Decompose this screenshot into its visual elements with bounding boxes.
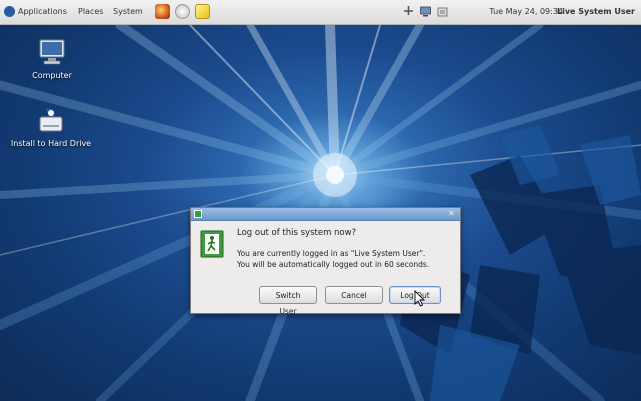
dialog-message-line1: You are currently logged in as "Live Sys… [237,249,426,258]
computer-desktop-icon[interactable]: Computer [27,37,77,80]
notes-launcher-icon[interactable] [195,4,210,19]
dialog-message: You are currently logged in as "Live Sys… [237,248,429,270]
dialog-titlebar[interactable]: ✕ [191,208,460,221]
top-panel: Applications Places System Tue May 24, 0… [0,0,641,25]
firefox-launcher-icon[interactable] [155,4,170,19]
cancel-button[interactable]: Cancel [325,286,383,304]
user-switcher[interactable]: Live System User [557,7,635,16]
computer-icon-label: Computer [32,71,72,80]
install-desktop-icon[interactable]: Install to Hard Drive [6,105,96,148]
install-icon-label: Install to Hard Drive [10,139,92,148]
dialog-message-line2: You will be automatically logged out in … [237,260,430,269]
dialog-heading: Log out of this system now? [237,228,357,238]
computer-icon [39,39,65,65]
desktop: Computer Install to Hard Drive ✕ Log out… [0,25,641,401]
network-icon[interactable] [402,5,415,18]
system-menu[interactable]: System [113,7,143,16]
update-icon[interactable] [436,5,449,18]
install-drive-icon [39,108,63,132]
applications-menu[interactable]: Applications [18,7,67,16]
display-icon[interactable] [419,5,432,18]
fedora-logo-icon[interactable] [4,6,15,17]
evolution-launcher-icon[interactable] [175,4,190,19]
mouse-cursor-icon [414,290,426,307]
dialog-app-icon [194,210,202,218]
clock[interactable]: Tue May 24, 09:34 [489,7,563,16]
switch-user-button[interactable]: Switch User [259,286,317,316]
places-menu[interactable]: Places [78,7,103,16]
exit-icon [200,230,224,258]
close-icon[interactable]: ✕ [447,209,456,218]
